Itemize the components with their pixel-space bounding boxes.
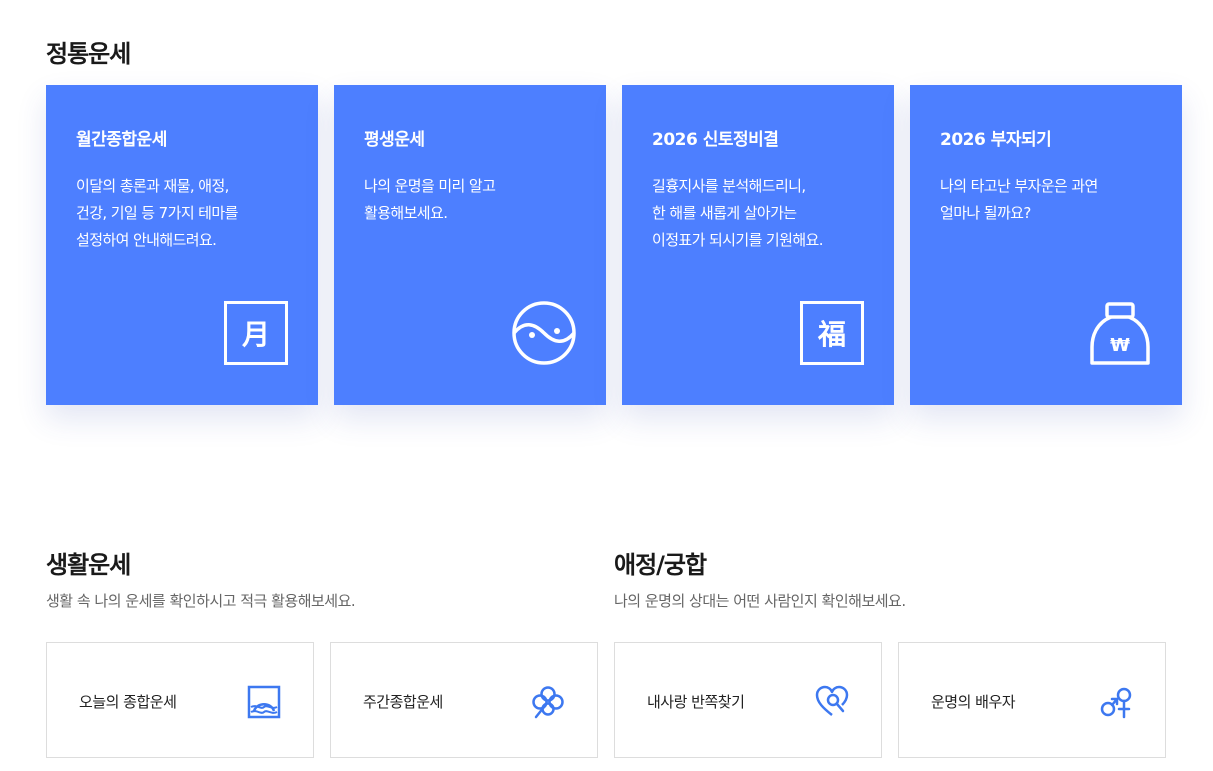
section-title-traditional: 정통운세: [46, 40, 131, 68]
svg-text:月: 月: [241, 318, 270, 351]
gender-symbols-icon: [1100, 687, 1132, 719]
tile-label: 오늘의 종합운세: [79, 693, 177, 711]
card-description: 나의 타고난 부자운은 과연 얼마나 될까요?: [940, 177, 1098, 222]
tile-weekly-fortune[interactable]: 주간종합운세: [330, 642, 598, 758]
section-subtitle-life: 생활 속 나의 운세를 확인하시고 적극 활용해보세요.: [46, 592, 356, 610]
moon-character-icon: 月: [224, 301, 288, 365]
tile-find-soulmate[interactable]: 내사랑 반쪽찾기: [614, 642, 882, 758]
sunrise-window-icon: [247, 685, 281, 719]
money-bag-icon: ₩: [1090, 302, 1150, 365]
section-title-love: 애정/궁합: [614, 551, 707, 579]
clover-icon: [532, 686, 564, 719]
fortune-character-icon: 福: [800, 301, 864, 365]
card-title: 월간종합운세: [76, 130, 167, 150]
card-description: 길흉지사를 분석해드리니, 한 해를 새롭게 살아가는 이정표가 되시기를 기원…: [652, 177, 824, 249]
tile-label: 주간종합운세: [363, 693, 443, 711]
card-title: 평생운세: [364, 130, 425, 150]
card-tojeong-fortune[interactable]: 2026 신토정비결 길흉지사를 분석해드리니, 한 해를 새롭게 살아가는 이…: [622, 85, 894, 405]
card-wealth-fortune[interactable]: 2026 부자되기 나의 타고난 부자운은 과연 얼마나 될까요? ₩: [910, 85, 1182, 405]
tile-today-fortune[interactable]: 오늘의 종합운세: [46, 642, 314, 758]
card-title: 2026 신토정비결: [652, 130, 779, 150]
card-monthly-fortune[interactable]: 월간종합운세 이달의 총론과 재물, 애정, 건강, 기일 등 7가지 테마를 …: [46, 85, 318, 405]
section-subtitle-love: 나의 운명의 상대는 어떤 사람인지 확인해보세요.: [614, 592, 906, 610]
svg-text:₩: ₩: [1110, 335, 1130, 356]
card-title: 2026 부자되기: [940, 130, 1052, 150]
card-description: 이달의 총론과 재물, 애정, 건강, 기일 등 7가지 테마를 설정하여 안내…: [76, 177, 238, 249]
card-lifetime-fortune[interactable]: 평생운세 나의 운명을 미리 알고 활용해보세요.: [334, 85, 606, 405]
tile-label: 운명의 배우자: [931, 693, 1016, 711]
heart-search-icon: [815, 685, 849, 716]
tile-destined-spouse[interactable]: 운명의 배우자: [898, 642, 1166, 758]
card-description: 나의 운명을 미리 알고 활용해보세요.: [364, 177, 496, 222]
yin-yang-icon: [512, 301, 576, 365]
svg-text:福: 福: [817, 318, 846, 351]
section-title-life: 생활운세: [46, 551, 131, 579]
tile-label: 내사랑 반쪽찾기: [647, 693, 745, 711]
